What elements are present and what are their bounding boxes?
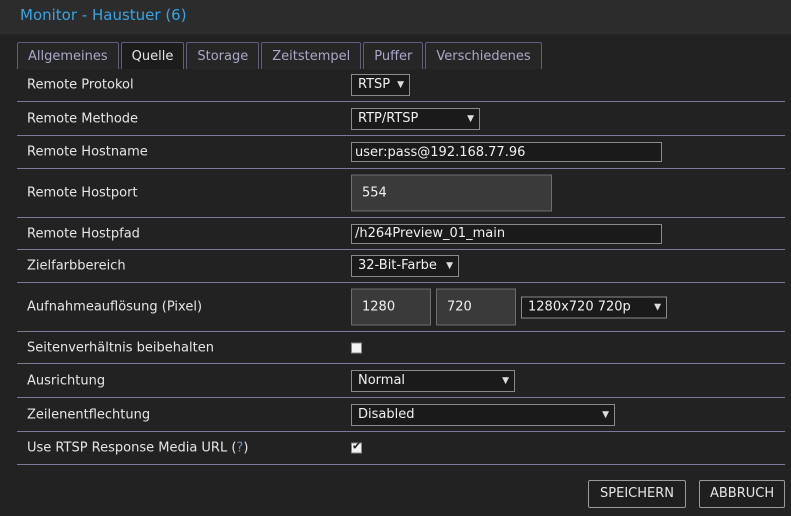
deinterlacing-value: Disabled bbox=[358, 406, 415, 422]
target-color-value: 32-Bit-Farbe bbox=[358, 258, 437, 273]
target-color-select[interactable]: 32-Bit-Farbe ▼ bbox=[351, 255, 459, 277]
tab-zeitstempel[interactable]: Zeitstempel bbox=[261, 42, 362, 70]
orientation-select[interactable]: Normal ▼ bbox=[351, 369, 515, 392]
row-remote-hostpath: Remote Hostpfad bbox=[17, 218, 785, 250]
resolution-preset-select[interactable]: 1280x720 720p ▼ bbox=[521, 296, 667, 318]
cancel-button[interactable]: ABBRUCH bbox=[699, 480, 785, 508]
row-target-color: Zielfarbbereich 32-Bit-Farbe ▼ bbox=[17, 250, 785, 283]
tab-bar: Allgemeines Quelle Storage Zeitstempel P… bbox=[17, 42, 542, 70]
resolution-label: Aufnahmeauflösung (Pixel) bbox=[27, 299, 203, 315]
row-remote-protocol: Remote Protokol RTSP ▼ bbox=[17, 69, 785, 102]
chevron-down-icon: ▼ bbox=[446, 261, 453, 271]
chevron-down-icon: ▼ bbox=[397, 80, 404, 90]
tab-quelle[interactable]: Quelle bbox=[120, 42, 185, 70]
row-deinterlacing: Zeilenentflechtung Disabled ▼ bbox=[17, 398, 785, 432]
remote-hostname-input[interactable] bbox=[351, 142, 662, 162]
remote-method-label: Remote Methode bbox=[27, 111, 139, 126]
tab-storage[interactable]: Storage bbox=[186, 42, 260, 70]
window-titlebar: Monitor - Haustuer (6) bbox=[0, 0, 791, 34]
tab-verschiedenes[interactable]: Verschiedenes bbox=[425, 42, 542, 70]
tab-puffer[interactable]: Puffer bbox=[363, 42, 424, 70]
remote-method-value: RTP/RTSP bbox=[358, 110, 419, 126]
row-resolution: Aufnahmeauflösung (Pixel) 1280x720 720p … bbox=[17, 283, 785, 332]
chevron-down-icon: ▼ bbox=[467, 113, 474, 124]
remote-protocol-value: RTSP bbox=[358, 77, 391, 92]
row-keep-aspect: Seitenverhältnis beibehalten bbox=[17, 332, 785, 364]
remote-protocol-select[interactable]: RTSP ▼ bbox=[351, 74, 410, 96]
keep-aspect-label: Seitenverhältnis beibehalten bbox=[27, 340, 214, 355]
rtsp-media-url-label-prefix: Use RTSP Response Media URL ( bbox=[27, 440, 237, 456]
source-settings-form: Remote Protokol RTSP ▼ Remote Methode RT… bbox=[17, 69, 785, 465]
resolution-preset-value: 1280x720 720p bbox=[528, 299, 631, 314]
rtsp-media-url-label: Use RTSP Response Media URL (?) bbox=[27, 441, 248, 456]
chevron-down-icon: ▼ bbox=[654, 302, 661, 312]
resolution-height-input[interactable] bbox=[436, 288, 516, 326]
row-remote-method: Remote Methode RTP/RTSP ▼ bbox=[17, 102, 785, 136]
orientation-value: Normal bbox=[358, 372, 406, 388]
rtsp-media-url-label-suffix: ) bbox=[243, 440, 249, 456]
orientation-label: Ausrichtung bbox=[27, 373, 106, 388]
tab-allgemeines[interactable]: Allgemeines bbox=[17, 42, 119, 70]
save-button[interactable]: SPEICHERN bbox=[588, 480, 686, 508]
remote-hostport-label: Remote Hostport bbox=[27, 185, 138, 201]
window-title: Monitor - Haustuer (6) bbox=[20, 6, 187, 24]
rtsp-media-url-checkbox[interactable] bbox=[351, 440, 362, 454]
deinterlacing-label: Zeilenentflechtung bbox=[27, 407, 151, 422]
deinterlacing-select[interactable]: Disabled ▼ bbox=[351, 403, 615, 426]
chevron-down-icon: ▼ bbox=[602, 409, 609, 420]
row-orientation: Ausrichtung Normal ▼ bbox=[17, 364, 785, 398]
remote-method-select[interactable]: RTP/RTSP ▼ bbox=[351, 107, 480, 130]
target-color-label: Zielfarbbereich bbox=[27, 258, 126, 274]
keep-aspect-checkbox[interactable] bbox=[351, 342, 362, 353]
remote-protocol-label: Remote Protokol bbox=[27, 77, 134, 93]
resolution-width-input[interactable] bbox=[351, 288, 431, 326]
chevron-down-icon: ▼ bbox=[502, 375, 509, 386]
row-remote-hostname: Remote Hostname bbox=[17, 136, 785, 169]
remote-hostport-input[interactable] bbox=[351, 174, 552, 212]
remote-hostpath-label: Remote Hostpfad bbox=[27, 226, 140, 241]
remote-hostname-label: Remote Hostname bbox=[27, 144, 148, 160]
remote-hostpath-input[interactable] bbox=[351, 223, 662, 244]
row-remote-hostport: Remote Hostport bbox=[17, 169, 785, 218]
row-rtsp-media-url: Use RTSP Response Media URL (?) bbox=[17, 432, 785, 465]
